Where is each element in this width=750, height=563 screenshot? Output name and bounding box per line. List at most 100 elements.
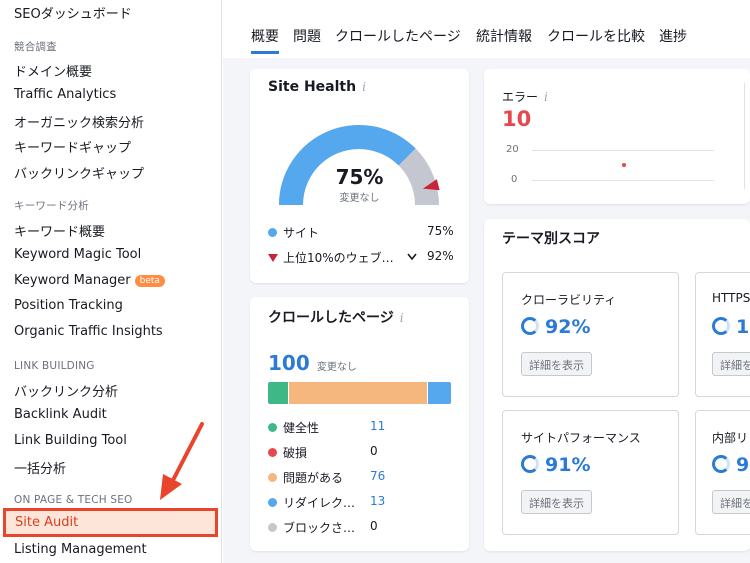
sidebar-section-competitive: 競合調査 xyxy=(14,41,57,53)
theme-title: サイトパフォーマンス xyxy=(521,431,641,445)
sidebar-item-backlink-audit[interactable]: Backlink Audit xyxy=(14,407,107,422)
sidebar-item-bulk-analysis[interactable]: 一括分析 xyxy=(14,458,66,477)
sidebar-item-backlink-gap[interactable]: バックリンクギャップ xyxy=(14,163,144,182)
crawl-bar-segment xyxy=(268,382,289,404)
theme-title: 内部リ xyxy=(712,431,749,445)
theme-score: 9 xyxy=(712,454,749,476)
sidebar-item-backlink-analytics[interactable]: バックリンク分析 xyxy=(14,381,118,400)
theme-title: クローラビリティ xyxy=(521,293,617,307)
crawled-pages-title: クロールしたページ i xyxy=(268,310,404,326)
legend-dot xyxy=(268,448,277,457)
sidebar-item-organic-traffic-insights[interactable]: Organic Traffic Insights xyxy=(14,324,163,339)
crawl-legend-value[interactable]: 76 xyxy=(370,469,385,483)
tab-issues[interactable]: 問題 xyxy=(293,26,321,46)
view-details-button[interactable]: 詳細を表示 xyxy=(712,352,750,376)
sidebar-item-link-building-tool[interactable]: Link Building Tool xyxy=(14,433,127,448)
errors-card: エラー i 10 20 0 xyxy=(484,69,750,204)
crawl-status-bar xyxy=(268,382,451,404)
crawl-bar-segment xyxy=(288,382,428,404)
theme-score: 1 xyxy=(712,316,749,338)
sidebar-item-keyword-manager[interactable]: Keyword Manager beta xyxy=(14,273,165,288)
keyword-manager-label: Keyword Manager xyxy=(14,273,131,288)
info-icon[interactable]: i xyxy=(362,80,366,94)
crawl-legend-value[interactable]: 13 xyxy=(370,494,385,508)
tab-overview[interactable]: 概要 xyxy=(251,26,279,54)
crawled-pages-card: クロールしたページ i 100 変更なし 健全性 11 破損 0 問題がある 76 リダイレク… xyxy=(250,297,469,551)
score-ring-icon xyxy=(712,317,730,335)
sidebar-item-seo-dashboard[interactable]: SEOダッシュボード xyxy=(14,3,132,22)
score-ring-icon xyxy=(712,455,730,473)
theme-card-internal-linking: 内部リ 9 詳細を表示 xyxy=(695,410,750,535)
crawl-legend-item: リダイレク… xyxy=(268,494,355,511)
main-content: 概要 問題 クロールしたページ 統計情報 クロールを比較 進捗 Site Hea… xyxy=(223,0,750,563)
axis-label: 20 xyxy=(506,144,519,155)
site-audit-label: Site Audit xyxy=(15,515,79,530)
crawl-legend-item: 問題がある xyxy=(268,469,343,486)
gridline xyxy=(532,150,714,151)
legend-dot xyxy=(268,228,277,237)
crawl-legend-item: 健全性 xyxy=(268,419,319,436)
view-details-button[interactable]: 詳細を表示 xyxy=(521,352,592,376)
legend-top10-value: 92% xyxy=(427,249,454,263)
error-point xyxy=(622,163,626,167)
sidebar-item-keyword-overview[interactable]: キーワード概要 xyxy=(14,221,105,240)
site-health-title: Site Health i xyxy=(268,79,366,95)
crawl-legend-value[interactable]: 11 xyxy=(370,419,385,433)
theme-card-https: HTTPS 1 詳細を表示 xyxy=(695,272,750,397)
sidebar-section-link-building: LINK BUILDING xyxy=(14,360,95,372)
legend-dot xyxy=(268,473,277,482)
info-icon[interactable]: i xyxy=(400,311,404,325)
sidebar-item-domain-overview[interactable]: ドメイン概要 xyxy=(14,61,92,80)
sidebar-item-position-tracking[interactable]: Position Tracking xyxy=(14,298,123,313)
theme-title: HTTPS xyxy=(712,291,750,305)
theme-score: 91% xyxy=(521,454,590,476)
view-details-button[interactable]: 詳細を表示 xyxy=(521,490,592,514)
errors-count: 10 xyxy=(502,107,532,131)
legend-site: サイト xyxy=(268,224,319,241)
tab-statistics[interactable]: 統計情報 xyxy=(476,26,532,46)
theme-card-crawlability: クローラビリティ 92% 詳細を表示 xyxy=(502,272,679,397)
crawl-legend-item: ブロックさ… xyxy=(268,519,355,536)
beta-badge: beta xyxy=(134,275,165,287)
sidebar-section-on-page: ON PAGE & TECH SEO xyxy=(14,494,133,506)
legend-dot xyxy=(268,423,277,432)
sidebar-item-keyword-gap[interactable]: キーワードギャップ xyxy=(14,137,131,156)
site-health-change: 変更なし xyxy=(339,193,380,204)
site-health-card: Site Health i 75% 変更なし サイト 75% 上位10%のウェブ…… xyxy=(250,69,469,283)
sidebar-item-keyword-magic-tool[interactable]: Keyword Magic Tool xyxy=(14,247,141,262)
score-ring-icon xyxy=(521,455,539,473)
chevron-down-icon[interactable] xyxy=(407,253,417,261)
view-details-button[interactable]: 詳細を表示 xyxy=(712,490,750,514)
crawled-pages-count: 100 変更なし xyxy=(268,351,357,375)
axis-label: 0 xyxy=(511,174,518,185)
errors-title: エラー i xyxy=(502,90,548,104)
theme-card-site-performance: サイトパフォーマンス 91% 詳細を表示 xyxy=(502,410,679,535)
crawl-legend-item: 破損 xyxy=(268,444,307,461)
legend-top10: 上位10%のウェブ… xyxy=(268,249,394,266)
site-health-percent: 75% xyxy=(335,165,384,189)
sidebar-item-traffic-analytics[interactable]: Traffic Analytics xyxy=(14,87,116,102)
legend-triangle-icon xyxy=(268,254,278,262)
crawl-bar-segment xyxy=(427,382,451,404)
sidebar-item-listing-management[interactable]: Listing Management xyxy=(14,542,147,557)
legend-site-value: 75% xyxy=(427,224,454,238)
legend-dot xyxy=(268,523,277,532)
tab-progress[interactable]: 進捗 xyxy=(659,26,687,46)
score-ring-icon xyxy=(521,317,539,335)
red-arrow-annotation-icon xyxy=(160,422,204,500)
tab-compare-crawls[interactable]: クロールを比較 xyxy=(547,26,645,46)
tab-bar: 概要 問題 クロールしたページ 統計情報 クロールを比較 進捗 xyxy=(223,0,750,58)
legend-dot xyxy=(268,498,277,507)
sidebar-item-site-audit[interactable]: Site Audit xyxy=(3,508,218,537)
sidebar-section-keyword: キーワード分析 xyxy=(14,200,89,212)
tab-crawled-pages[interactable]: クロールしたページ xyxy=(335,26,461,46)
gridline xyxy=(532,180,714,181)
divider xyxy=(744,83,745,189)
theme-score: 92% xyxy=(521,316,590,338)
sidebar: SEOダッシュボード 競合調査 ドメイン概要 Traffic Analytics… xyxy=(0,0,222,563)
theme-scores-title: テーマ別スコア xyxy=(502,231,600,247)
sidebar-item-organic-research[interactable]: オーガニック検索分析 xyxy=(14,112,144,131)
crawl-legend-value: 0 xyxy=(370,519,378,533)
info-icon[interactable]: i xyxy=(544,90,548,104)
theme-scores-card: テーマ別スコア クローラビリティ 92% 詳細を表示 HTTPS 1 詳細を表示… xyxy=(484,219,750,551)
